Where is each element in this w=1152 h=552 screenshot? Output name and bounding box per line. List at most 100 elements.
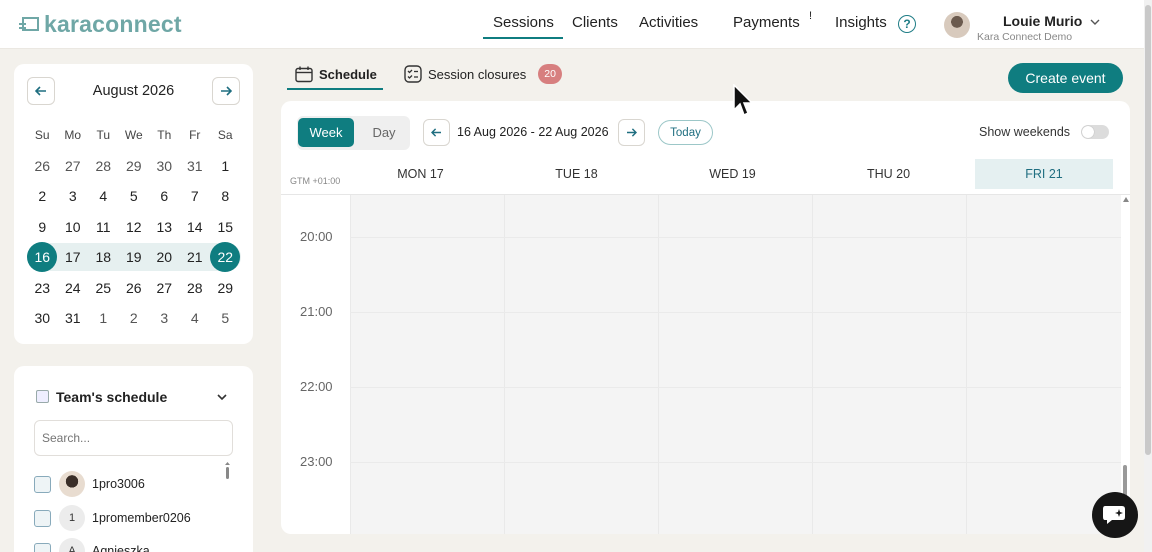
show-weekends-toggle[interactable] (1081, 125, 1109, 139)
member-checkbox[interactable] (34, 475, 51, 493)
chat-support-button[interactable] (1092, 492, 1138, 538)
prev-week-button[interactable] (423, 119, 450, 146)
tab-schedule[interactable]: Schedule (295, 66, 377, 83)
calendar-day[interactable]: 29 (119, 158, 150, 174)
calendar-week-row: 26 27 28 29 30 31 1 (27, 151, 241, 182)
calendar-day-range-start[interactable]: 16 (27, 242, 58, 273)
user-avatar[interactable] (944, 12, 970, 38)
team-schedule-panel: Team's schedule 1pro3006 1 1promember020… (14, 366, 253, 552)
team-member-item[interactable]: A Agnieszka (34, 538, 150, 552)
nav-sessions[interactable]: Sessions (493, 14, 554, 31)
calendar-day[interactable]: 30 (27, 310, 58, 326)
nav-payments[interactable]: Payments (733, 14, 800, 31)
calendar-day[interactable]: 2 (27, 188, 58, 204)
team-schedule-title[interactable]: Team's schedule (56, 389, 167, 405)
day-header-fri[interactable]: FRI 21 (975, 159, 1113, 189)
calendar-day[interactable]: 29 (210, 280, 241, 296)
calendar-day-range-end[interactable]: 22 (210, 242, 241, 273)
user-name[interactable]: Louie Murio (1003, 13, 1082, 29)
calendar-day[interactable]: 6 (149, 188, 180, 204)
calendar-day[interactable]: 11 (88, 219, 119, 235)
calendar-day[interactable]: 13 (149, 219, 180, 235)
member-checkbox[interactable] (34, 509, 51, 527)
page-scrollbar-thumb[interactable] (1145, 5, 1151, 455)
calendar-day[interactable]: 5 (210, 310, 241, 326)
member-checkbox[interactable] (34, 542, 51, 552)
nav-insights[interactable]: Insights (835, 14, 887, 31)
day-header-wed[interactable]: WED 19 (662, 159, 803, 189)
calendar-day[interactable]: 1 (88, 310, 119, 326)
nav-clients[interactable]: Clients (572, 14, 618, 31)
calendar-day[interactable]: 3 (58, 188, 89, 204)
calendar-day[interactable]: 20 (149, 249, 180, 265)
calendar-day[interactable]: 21 (180, 249, 211, 265)
calendar-day[interactable]: 26 (27, 158, 58, 174)
calendar-day[interactable]: 24 (58, 280, 89, 296)
view-toggle: Week Day (297, 116, 410, 150)
calendar-day[interactable]: 1 (210, 158, 241, 174)
calendar-day[interactable]: 28 (180, 280, 211, 296)
day-header-tue[interactable]: TUE 18 (506, 159, 647, 189)
page-scrollbar[interactable] (1144, 0, 1152, 552)
nav-activities[interactable]: Activities (639, 14, 698, 31)
time-label: 23:00 (300, 454, 333, 469)
calendar-day[interactable]: 14 (180, 219, 211, 235)
calendar-day[interactable]: 7 (180, 188, 211, 204)
calendar-day[interactable]: 9 (27, 219, 58, 235)
calendar-day[interactable]: 28 (88, 158, 119, 174)
team-search-input[interactable] (34, 420, 233, 456)
calendar-day[interactable]: 5 (119, 188, 150, 204)
calendar-day[interactable]: 17 (58, 249, 89, 265)
user-organization: Kara Connect Demo (977, 31, 1073, 43)
grid-hour-line (350, 312, 1121, 313)
chevron-down-icon[interactable] (1090, 17, 1100, 27)
create-event-button[interactable]: Create event (1008, 63, 1123, 93)
date-range-label: 16 Aug 2026 - 22 Aug 2026 (457, 125, 609, 139)
tab-session-closures[interactable]: Session closures 20 (404, 64, 562, 84)
time-label: 20:00 (300, 229, 333, 244)
timezone-label: GTM +01:00 (290, 176, 341, 186)
calendar-day[interactable]: 3 (149, 310, 180, 326)
help-question-icon[interactable]: ? (898, 15, 916, 33)
calendar-day[interactable]: 23 (27, 280, 58, 296)
calendar-day[interactable]: 26 (119, 280, 150, 296)
calendar-day[interactable]: 31 (58, 310, 89, 326)
calendar-day[interactable]: 31 (180, 158, 211, 174)
member-avatar: A (59, 538, 85, 552)
team-member-item[interactable]: 1 1promember0206 (34, 505, 191, 531)
calendar-week-row-selected: 16 17 18 19 20 21 22 (27, 242, 241, 273)
calendar-day[interactable]: 12 (119, 219, 150, 235)
day-header-thu[interactable]: THU 20 (818, 159, 959, 189)
calendar-day[interactable]: 19 (119, 249, 150, 265)
tab-schedule-label: Schedule (319, 67, 377, 82)
day-view-button[interactable]: Day (361, 118, 407, 147)
member-name: Agnieszka (92, 544, 150, 552)
time-grid[interactable] (350, 195, 1121, 534)
calendar-day[interactable]: 2 (119, 310, 150, 326)
today-button[interactable]: Today (658, 120, 713, 145)
next-week-button[interactable] (618, 119, 645, 146)
list-scrollbar[interactable] (225, 462, 230, 480)
calendar-week-row: 30 31 1 2 3 4 5 (27, 303, 241, 334)
calendar-day[interactable]: 4 (180, 310, 211, 326)
calendar-day[interactable]: 27 (149, 280, 180, 296)
next-month-button[interactable] (212, 77, 240, 105)
calendar-day[interactable]: 10 (58, 219, 89, 235)
calendar-day[interactable]: 25 (88, 280, 119, 296)
schedule-scrollbar[interactable] (1121, 195, 1130, 534)
chevron-down-icon[interactable] (216, 391, 228, 403)
scroll-up-arrow-icon[interactable] (1123, 197, 1129, 202)
brand-logo[interactable]: karaconnect (18, 10, 182, 38)
calendar-day[interactable]: 4 (88, 188, 119, 204)
week-view-button[interactable]: Week (298, 118, 354, 147)
weekday-label: Tu (96, 128, 111, 143)
calendar-day[interactable]: 15 (210, 219, 241, 235)
calendar-day[interactable]: 30 (149, 158, 180, 174)
calendar-day[interactable]: 27 (58, 158, 89, 174)
calendar-day[interactable]: 8 (210, 188, 241, 204)
schedule-panel: Week Day 16 Aug 2026 - 22 Aug 2026 Today… (281, 101, 1130, 534)
team-member-item[interactable]: 1pro3006 (34, 471, 145, 497)
calendar-day[interactable]: 18 (88, 249, 119, 265)
day-header-mon[interactable]: MON 17 (350, 159, 491, 189)
logo-mark-icon (19, 17, 39, 31)
